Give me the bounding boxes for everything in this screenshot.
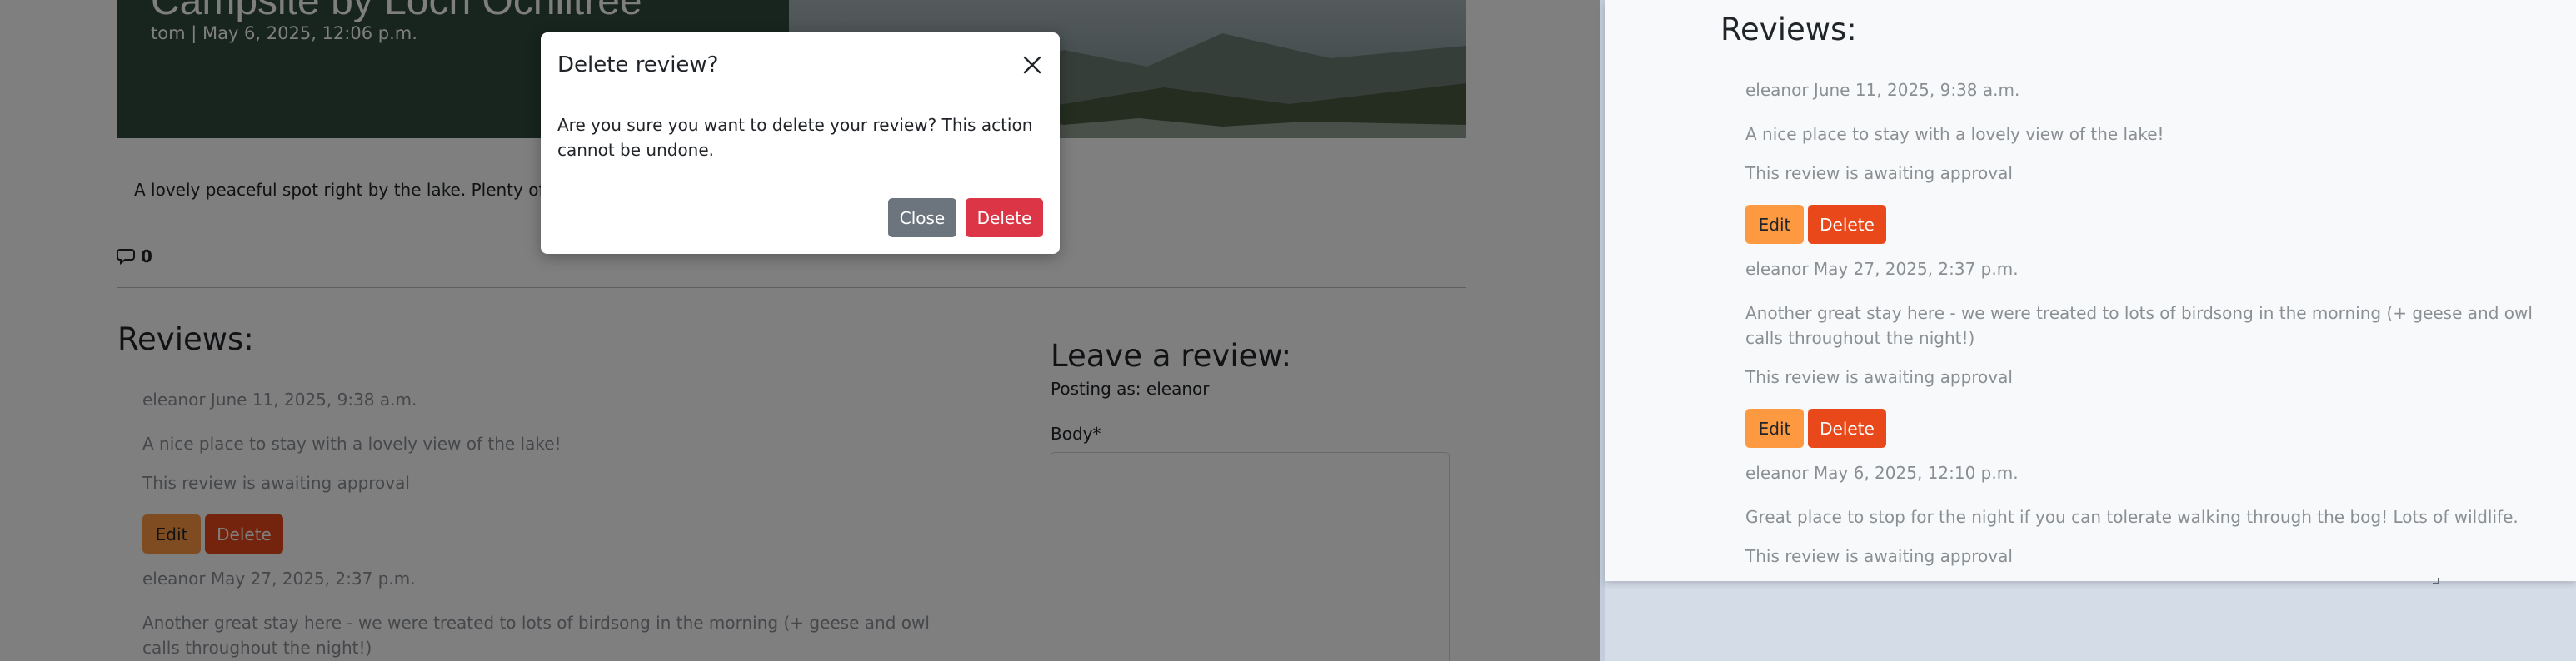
review-actions: Edit Delete: [1745, 205, 2537, 259]
review-status: This review is awaiting approval: [1745, 546, 2013, 566]
modal-body: Are you sure you want to delete your rev…: [541, 97, 1060, 181]
review-status: This review is awaiting approval: [1745, 163, 2013, 183]
left-browser-pane: Campsite by Loch Ochiltree tom | May 6, …: [0, 0, 1600, 661]
modal-title: Delete review?: [557, 52, 719, 77]
review-text: Great place to stop for the night if you…: [1745, 507, 2519, 527]
modal-close-button[interactable]: Close: [888, 198, 956, 237]
delete-review-button[interactable]: Delete: [1808, 205, 1886, 244]
review-meta: eleanor May 27, 2025, 2:37 p.m.: [1745, 259, 2019, 279]
review-text: A nice place to stay with a lovely view …: [1745, 124, 2164, 144]
review-item: eleanor June 11, 2025, 9:38 a.m. A nice …: [1745, 80, 2537, 259]
modal-footer: Close Delete: [541, 181, 1060, 254]
edit-review-button[interactable]: Edit: [1745, 205, 1804, 244]
review-actions: Edit Delete: [1745, 409, 2537, 463]
review-meta: eleanor June 11, 2025, 9:38 a.m.: [1745, 80, 2020, 100]
delete-review-modal: Delete review? Are you sure you want to …: [541, 32, 1060, 254]
review-item: eleanor May 6, 2025, 12:10 p.m. Great pl…: [1745, 463, 2537, 581]
right-review-list: eleanor June 11, 2025, 9:38 a.m. A nice …: [1745, 80, 2537, 581]
review-item: eleanor May 27, 2025, 2:37 p.m. Another …: [1745, 259, 2537, 463]
right-browser-pane: Reviews: eleanor June 11, 2025, 9:38 a.m…: [1605, 0, 2576, 581]
modal-delete-button[interactable]: Delete: [966, 198, 1043, 237]
edit-review-button[interactable]: Edit: [1745, 409, 1804, 448]
resize-handle-icon[interactable]: [2433, 578, 2439, 584]
delete-review-button[interactable]: Delete: [1808, 409, 1886, 448]
review-status: This review is awaiting approval: [1745, 367, 2013, 387]
modal-header: Delete review?: [541, 32, 1060, 97]
close-icon[interactable]: [1021, 54, 1043, 76]
reviews-heading: Reviews:: [1720, 12, 1857, 47]
review-meta: eleanor May 6, 2025, 12:10 p.m.: [1745, 463, 2019, 483]
review-text: Another great stay here - we were treate…: [1745, 303, 2533, 348]
